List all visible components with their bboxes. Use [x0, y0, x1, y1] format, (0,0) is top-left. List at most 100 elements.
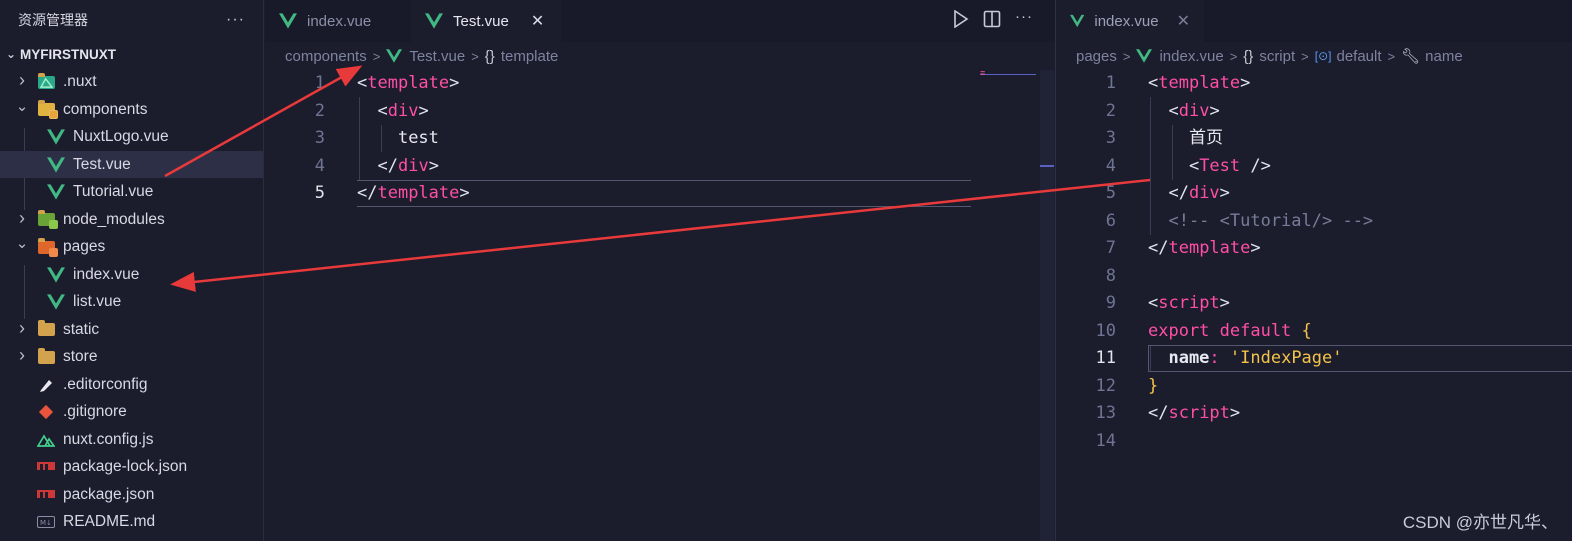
- npm-icon: [37, 487, 55, 503]
- folder-icon: [37, 347, 55, 365]
- minimap-marker: ≡: [980, 68, 986, 78]
- chevron-down-icon: ⌄: [15, 235, 29, 252]
- sidebar-item-gitignore[interactable]: .gitignore: [0, 398, 263, 426]
- tab-label: index.vue: [307, 12, 372, 30]
- braces-icon: {}: [1243, 47, 1254, 65]
- breadcrumb-symbol: default: [1336, 47, 1382, 65]
- sidebar-item-package-json[interactable]: package.json: [0, 481, 263, 509]
- sidebar-item-label: Test.vue: [73, 155, 131, 173]
- sidebar-item-readme-md[interactable]: M↓ README.md: [0, 508, 263, 536]
- sidebar-item-test-vue[interactable]: Test.vue: [0, 150, 263, 178]
- sidebar-item-label: .gitignore: [63, 403, 127, 420]
- vue-icon: [47, 294, 65, 310]
- sidebar-item-static[interactable]: › static: [0, 316, 263, 344]
- sidebar-item-node-modules[interactable]: › node_modules: [0, 206, 263, 234]
- line-number: 3: [1105, 128, 1116, 148]
- breadcrumb-file: index.vue: [1159, 47, 1224, 65]
- tab-label: index.vue: [1094, 12, 1159, 30]
- minimap-slider[interactable]: [980, 70, 1036, 75]
- code-line: </template>: [1148, 238, 1261, 258]
- line-number: 1: [314, 73, 325, 93]
- line-number: 4: [314, 155, 325, 176]
- explorer-sidebar: 资源管理器 ··· ⌄ MYFIRSTNUXT › .nuxt ⌄ component…: [0, 0, 264, 541]
- project-root[interactable]: ⌄ MYFIRSTNUXT: [0, 40, 263, 68]
- svg-text:M↓: M↓: [40, 519, 52, 527]
- code-line: export default {: [1148, 320, 1312, 341]
- chevron-right-icon: >: [1229, 48, 1238, 64]
- tab-index-vue-right[interactable]: index.vue ✕: [1056, 0, 1204, 42]
- line-number: 13: [1095, 403, 1116, 423]
- sidebar-item-label: pages: [63, 238, 106, 255]
- sidebar-item-label: components: [63, 100, 148, 118]
- sidebar-item-list-vue[interactable]: list.vue: [0, 288, 263, 316]
- breadcrumb-item[interactable]: components: [285, 48, 367, 65]
- sidebar-item-label: .editorconfig: [63, 375, 148, 393]
- run-icon[interactable]: [953, 10, 969, 28]
- vue-icon: [279, 13, 297, 29]
- breadcrumb-item[interactable]: {} template: [485, 48, 559, 65]
- tab-index-vue-left[interactable]: index.vue: [265, 0, 411, 42]
- breadcrumb-item[interactable]: Test.vue: [386, 48, 465, 65]
- code-line: <!-- <Tutorial/> -->: [1148, 210, 1374, 231]
- line-number: 2: [314, 100, 325, 121]
- right-tab-bar: index.vue ✕: [1056, 0, 1572, 42]
- chevron-right-icon: >: [1122, 48, 1131, 64]
- chevron-down-icon: ⌄: [5, 47, 17, 61]
- breadcrumb-item[interactable]: 🔧︎ name: [1401, 47, 1463, 66]
- sidebar-item-editorconfig[interactable]: .editorconfig: [0, 371, 263, 399]
- breadcrumb-item[interactable]: {} script: [1243, 48, 1295, 65]
- sidebar-item-nuxtlogo-vue[interactable]: NuxtLogo.vue: [0, 123, 263, 151]
- breadcrumb-item[interactable]: pages: [1076, 48, 1117, 65]
- sidebar-item-components[interactable]: ⌄ components: [0, 96, 263, 124]
- tab-test-vue[interactable]: Test.vue ✕: [411, 0, 561, 42]
- line-number: 3: [314, 128, 325, 148]
- sidebar-item-label: store: [63, 348, 98, 365]
- code-line: 首页: [1148, 128, 1223, 148]
- close-tab-icon[interactable]: ✕: [531, 11, 544, 31]
- sidebar-item-nuxt-config-js[interactable]: nuxt.config.js: [0, 426, 263, 454]
- explorer-header: 资源管理器 ···: [0, 0, 263, 40]
- sidebar-item-package-lock-json[interactable]: package-lock.json: [0, 453, 263, 481]
- line-number: 10: [1095, 320, 1116, 341]
- line-number: 9: [1105, 293, 1116, 313]
- line-number: 5: [1105, 183, 1116, 203]
- chevron-right-icon: ›: [19, 345, 25, 365]
- sidebar-item-label: README.md: [63, 513, 156, 530]
- breadcrumb-item[interactable]: [⊙] default: [1315, 48, 1382, 65]
- scrollbar[interactable]: [1040, 70, 1054, 541]
- more-actions-icon[interactable]: ···: [226, 11, 245, 29]
- breadcrumb-file: Test.vue: [409, 47, 466, 65]
- sidebar-item-label: list.vue: [73, 293, 122, 310]
- line-number: 7: [1105, 238, 1116, 258]
- pages-folder-icon: [37, 237, 58, 257]
- split-editor-icon[interactable]: [983, 10, 1001, 28]
- vue-icon: [425, 13, 443, 29]
- sidebar-item-label: Tutorial.vue: [73, 183, 154, 200]
- sidebar-item-tutorial-vue[interactable]: Tutorial.vue: [0, 178, 263, 206]
- code-line: <template>: [1148, 73, 1251, 93]
- line-number: 4: [1105, 155, 1116, 176]
- code-line: </div>: [377, 155, 439, 176]
- close-tab-icon[interactable]: ✕: [1177, 11, 1190, 31]
- tab-label: Test.vue: [453, 12, 509, 30]
- watermark: CSDN @亦世凡华、: [1402, 513, 1558, 532]
- sidebar-item-index-vue[interactable]: index.vue: [0, 261, 263, 289]
- sidebar-item-nuxt[interactable]: › .nuxt: [0, 68, 263, 96]
- nuxt-folder-icon: [37, 72, 55, 90]
- code-line: test: [397, 128, 439, 148]
- breadcrumb-item[interactable]: index.vue: [1136, 47, 1224, 65]
- breadcrumb-symbol: name: [1425, 47, 1463, 65]
- vue-icon: [1070, 14, 1085, 28]
- module-icon: [⊙]: [1314, 49, 1332, 63]
- code-line: <script>: [1148, 293, 1230, 313]
- more-actions-icon[interactable]: ···: [1015, 8, 1033, 28]
- sidebar-item-label: NuxtLogo.vue: [73, 128, 169, 145]
- git-icon: [37, 404, 55, 420]
- line-number: 2: [1105, 100, 1116, 121]
- line-number: 11: [1095, 348, 1116, 368]
- vue-icon: [47, 129, 65, 145]
- sidebar-item-pages[interactable]: ⌄ pages: [0, 233, 263, 261]
- sidebar-item-store[interactable]: › store: [0, 343, 263, 371]
- vue-icon: [47, 266, 65, 283]
- breadcrumb-right: pages > index.vue > {} script > [⊙] defaul…: [1076, 42, 1463, 70]
